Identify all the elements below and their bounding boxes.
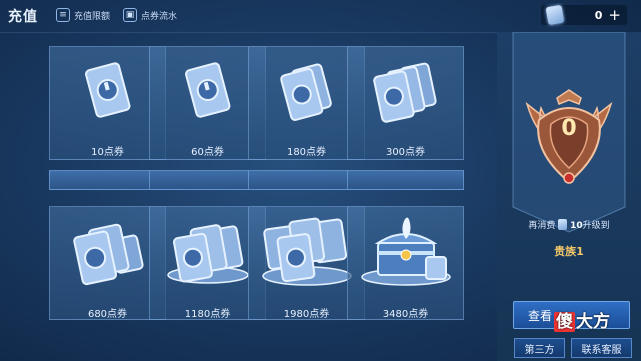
recharge-limit-link[interactable]: ≡ 充值限额 xyxy=(56,8,110,22)
noble-level: 0 xyxy=(561,116,577,141)
product-label: 300点券 xyxy=(385,147,426,158)
voucher-flow-icon: ▣ xyxy=(123,8,137,22)
currency-value: 0 xyxy=(594,8,603,22)
product-label: 10点券 xyxy=(91,147,124,158)
customer-service-label: 联系客服 xyxy=(581,344,622,356)
voucher-triple-icon xyxy=(348,55,463,127)
upgrade-hint: 再消费 10升级到 xyxy=(497,218,641,231)
voucher-stack-icon xyxy=(50,215,165,287)
view-button-label: 查看 xyxy=(528,308,553,323)
voucher-flow-label: 点券流水 xyxy=(141,11,178,22)
currency-balance: 0 + xyxy=(541,4,627,26)
voucher-flow-link[interactable]: ▣ 点券流水 xyxy=(123,8,177,22)
product-card-3480[interactable]: 3480点券 xyxy=(347,206,464,320)
voucher-icon xyxy=(558,219,568,230)
watermark-highlight: 傻 xyxy=(554,312,575,332)
recharge-limit-icon: ≡ xyxy=(56,8,70,22)
voucher-icon xyxy=(545,4,565,26)
third-party-button[interactable]: 第三方 xyxy=(514,338,565,358)
third-party-label: 第三方 xyxy=(524,344,555,356)
watermark-rest: 大方 xyxy=(576,312,610,332)
noble-emblem-icon: 0 xyxy=(517,82,621,194)
upgrade-amount: 10 xyxy=(570,221,583,231)
product-label: 3480点券 xyxy=(382,309,429,320)
customer-service-button[interactable]: 联系客服 xyxy=(571,338,632,358)
upgrade-prefix: 再消费 xyxy=(528,221,556,231)
page-title: 充值 xyxy=(8,9,38,25)
upgrade-suffix: 升级到 xyxy=(582,221,610,231)
next-noble-level: 贵族1 xyxy=(554,245,584,258)
voucher-icon xyxy=(50,55,165,127)
treasure-chest-icon xyxy=(348,215,463,287)
plus-icon[interactable]: + xyxy=(608,7,621,23)
watermark: 傻大方 xyxy=(554,307,610,332)
buy-button-300[interactable] xyxy=(347,170,464,190)
product-card-300[interactable]: 300点券 xyxy=(347,46,464,160)
product-label: 680点券 xyxy=(87,309,128,320)
recharge-limit-label: 充值限额 xyxy=(74,11,111,22)
